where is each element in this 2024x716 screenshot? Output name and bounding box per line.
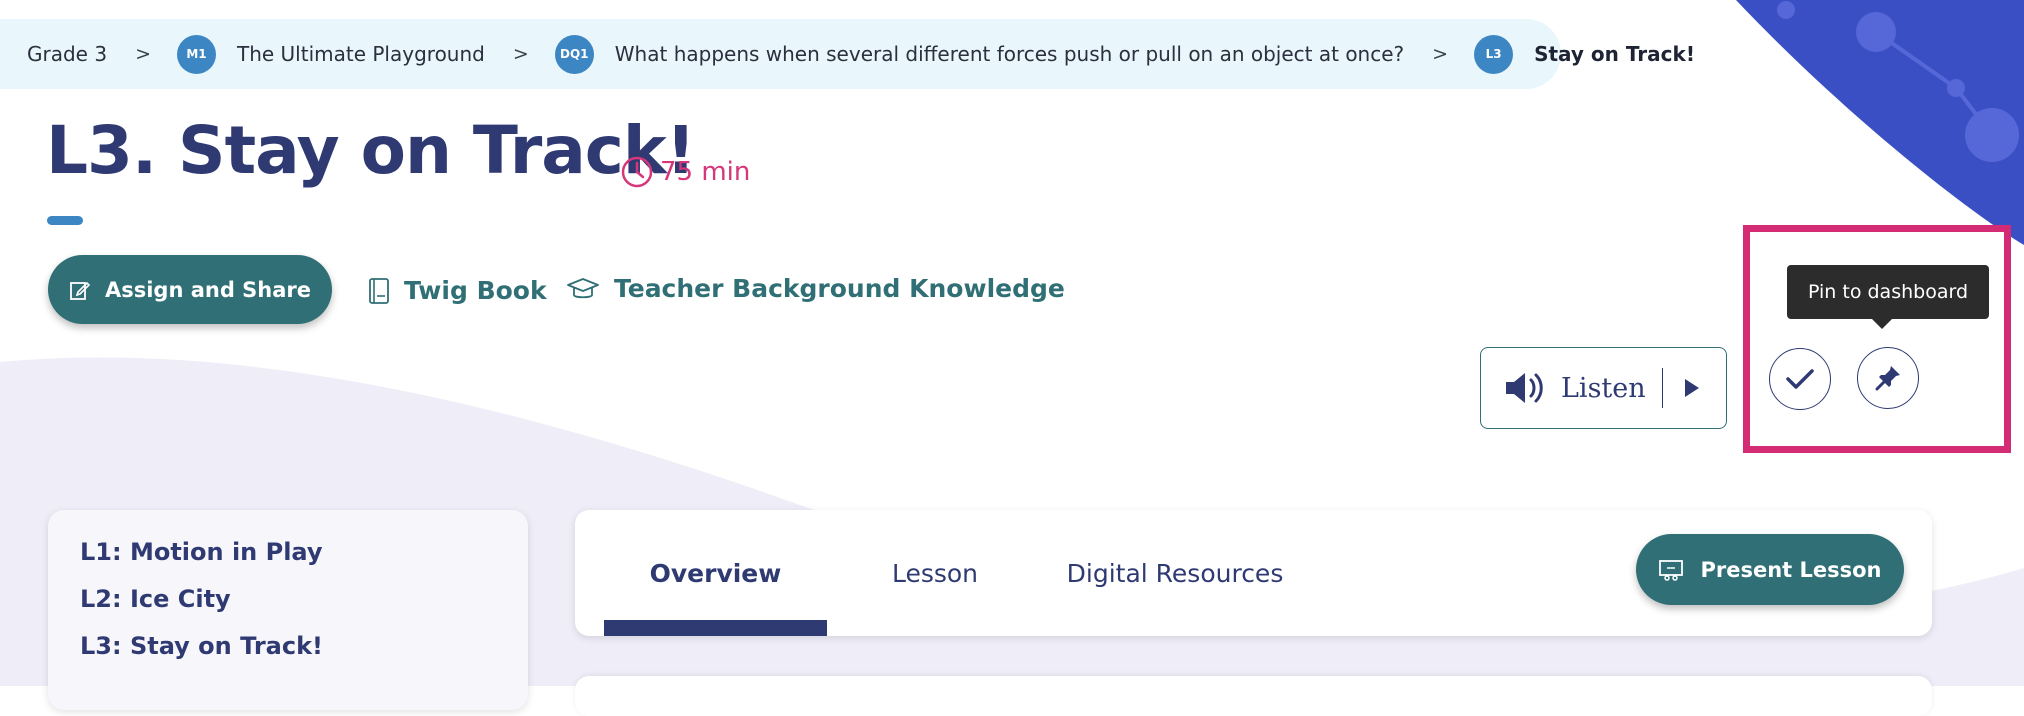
duration-text: 75 min xyxy=(660,157,751,187)
breadcrumb-separator: > xyxy=(512,43,529,65)
lesson-list-card: L1: Motion in Play L2: Ice City L3: Stay… xyxy=(48,510,528,710)
lesson-duration: 75 min xyxy=(620,155,750,189)
lesson-list-item[interactable]: L2: Ice City xyxy=(80,585,528,614)
twig-book-label: Twig Book xyxy=(404,276,547,305)
twig-book-link[interactable]: Twig Book xyxy=(368,276,547,305)
module-badge-icon: M1 xyxy=(176,34,216,74)
title-underline xyxy=(47,216,83,225)
listen-widget[interactable]: Listen xyxy=(1480,347,1727,429)
breadcrumb-question[interactable]: DQ1 What happens when several different … xyxy=(554,34,1405,74)
pin-icon xyxy=(1875,366,1900,391)
breadcrumb-lesson-label: Stay on Track! xyxy=(1534,42,1695,66)
check-icon xyxy=(1786,369,1814,389)
breadcrumb-grade-label: Grade 3 xyxy=(27,42,108,66)
content-card xyxy=(575,676,1932,716)
breadcrumb-question-label: What happens when several different forc… xyxy=(614,42,1405,66)
present-lesson-label: Present Lesson xyxy=(1700,557,1882,582)
present-lesson-button[interactable]: Present Lesson xyxy=(1636,534,1904,605)
pin-tooltip: Pin to dashboard xyxy=(1787,265,1989,329)
clock-icon xyxy=(621,156,653,188)
mark-complete-button[interactable] xyxy=(1769,348,1831,410)
listen-label: Listen xyxy=(1561,372,1646,404)
breadcrumb-lesson: L3 Stay on Track! xyxy=(1474,34,1695,74)
lesson-list-item[interactable]: L1: Motion in Play xyxy=(80,538,528,567)
teacher-background-knowledge-label: Teacher Background Knowledge xyxy=(614,274,1065,303)
lesson-list-item[interactable]: L3: Stay on Track! xyxy=(80,632,528,661)
play-icon[interactable] xyxy=(1683,377,1701,399)
breadcrumb-grade[interactable]: Grade 3 xyxy=(27,42,107,66)
page-title: L3. Stay on Track! xyxy=(46,112,696,189)
presentation-icon xyxy=(1659,559,1684,581)
question-badge-icon: DQ1 xyxy=(554,34,594,74)
speaker-icon xyxy=(1506,373,1543,403)
graduation-cap-icon xyxy=(567,277,599,298)
breadcrumb-module-label: The Ultimate Playground xyxy=(236,42,485,66)
assign-and-share-label: Assign and Share xyxy=(104,277,312,302)
breadcrumb: Grade 3 > M1 The Ultimate Playground > D… xyxy=(0,19,1695,89)
tab-overview[interactable]: Overview xyxy=(604,510,827,636)
edit-share-icon xyxy=(70,281,91,300)
teacher-background-knowledge-link[interactable]: Teacher Background Knowledge xyxy=(566,274,1065,303)
lesson-badge-icon: L3 xyxy=(1474,34,1514,74)
pin-to-dashboard-button[interactable] xyxy=(1857,347,1919,409)
listen-divider xyxy=(1661,368,1663,408)
tab-lesson[interactable]: Lesson xyxy=(865,510,1005,636)
highlight-box xyxy=(1743,225,2011,453)
breadcrumb-module[interactable]: M1 The Ultimate Playground xyxy=(176,34,485,74)
breadcrumb-separator: > xyxy=(1432,43,1449,65)
tab-digital-resources[interactable]: Digital Resources xyxy=(1055,510,1295,636)
book-icon xyxy=(369,277,389,304)
breadcrumb-separator: > xyxy=(135,43,151,65)
assign-and-share-button[interactable]: Assign and Share xyxy=(48,255,332,324)
